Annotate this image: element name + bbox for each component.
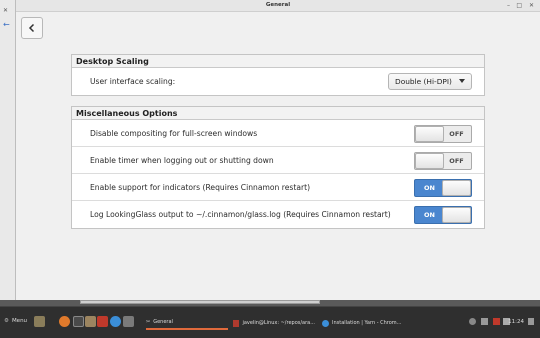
ui-scaling-row: User interface scaling: Double (Hi-DPI) bbox=[72, 68, 484, 95]
row-label: User interface scaling: bbox=[90, 77, 176, 86]
lookingglass-log-switch[interactable]: ON bbox=[414, 206, 472, 224]
indicators-switch[interactable]: ON bbox=[414, 179, 472, 197]
chevron-left-icon bbox=[28, 23, 35, 33]
disable-compositing-switch[interactable]: OFF bbox=[414, 125, 472, 143]
desktop-scaling-group: Desktop Scaling User interface scaling: … bbox=[71, 54, 485, 96]
minimize-icon[interactable]: – bbox=[507, 2, 510, 9]
chrome-icon bbox=[322, 319, 329, 327]
switch-knob bbox=[415, 153, 444, 169]
background-window-edge: ✕ ← bbox=[0, 0, 16, 300]
title-bar: General – □ ✕ bbox=[16, 0, 540, 12]
files-launcher-icon[interactable] bbox=[85, 316, 96, 327]
toolbar bbox=[16, 12, 540, 48]
terminal-icon bbox=[233, 319, 240, 327]
dropdown-value: Double (Hi-DPI) bbox=[395, 77, 452, 86]
misc-options-group: Miscellaneous Options Disable compositin… bbox=[71, 106, 485, 229]
indicators-row: Enable support for indicators (Requires … bbox=[72, 174, 484, 201]
switch-state: ON bbox=[424, 184, 435, 192]
disable-compositing-row: Disable compositing for full-screen wind… bbox=[72, 120, 484, 147]
chrome-launcher-icon[interactable] bbox=[110, 316, 121, 327]
firefox-launcher-icon[interactable] bbox=[59, 316, 70, 327]
section-header: Miscellaneous Options bbox=[72, 107, 484, 120]
task-chrome[interactable]: Installation | Yarn - Chrom... bbox=[322, 316, 404, 330]
switch-knob bbox=[442, 207, 471, 223]
row-label: Enable timer when logging out or shuttin… bbox=[90, 156, 274, 165]
row-label: Enable support for indicators (Requires … bbox=[90, 183, 311, 192]
terminal-launcher-icon[interactable] bbox=[73, 316, 84, 327]
switch-state: OFF bbox=[449, 130, 464, 138]
section-header: Desktop Scaling bbox=[72, 55, 484, 68]
power-icon[interactable] bbox=[528, 318, 534, 325]
settings-window: General – □ ✕ Desktop Scaling User inter… bbox=[16, 0, 540, 300]
keyboard-icon[interactable] bbox=[481, 318, 488, 325]
clock[interactable]: 11:24 bbox=[508, 319, 524, 325]
file-manager-launcher-icon[interactable] bbox=[34, 316, 45, 327]
close-icon[interactable]: ✕ bbox=[529, 2, 534, 9]
task-general[interactable]: ✂ General bbox=[146, 316, 228, 330]
network-icon[interactable] bbox=[469, 318, 476, 325]
task-label: javelin@Linux: ~/repos/ara... bbox=[242, 320, 315, 326]
menu-label: Menu bbox=[11, 318, 28, 324]
row-label: Disable compositing for full-screen wind… bbox=[90, 129, 258, 138]
switch-knob bbox=[415, 126, 444, 142]
menu-button[interactable]: ⚙ Menu bbox=[4, 318, 27, 324]
logout-timer-row: Enable timer when logging out or shuttin… bbox=[72, 147, 484, 174]
switch-state: ON bbox=[424, 211, 435, 219]
settings-launcher-icon[interactable] bbox=[123, 316, 134, 327]
maximize-icon[interactable]: □ bbox=[516, 2, 522, 9]
switch-knob bbox=[442, 180, 471, 196]
task-label: General bbox=[153, 319, 173, 325]
caret-down-icon bbox=[459, 79, 465, 83]
window-title: General bbox=[265, 2, 291, 8]
horizontal-scrollbar[interactable] bbox=[80, 300, 320, 304]
app-launcher-icon[interactable] bbox=[97, 316, 108, 327]
close-icon[interactable]: ✕ bbox=[3, 7, 8, 14]
tools-icon: ✂ bbox=[146, 319, 151, 325]
lookingglass-log-row: Log LookingGlass output to ~/.cinnamon/g… bbox=[72, 201, 484, 228]
switch-state: OFF bbox=[449, 157, 464, 165]
task-label: Installation | Yarn - Chrom... bbox=[332, 320, 402, 326]
taskbar-panel: ⚙ Menu ✂ General javelin@Linux: ~/repos/… bbox=[0, 306, 540, 338]
ui-scaling-dropdown[interactable]: Double (Hi-DPI) bbox=[388, 73, 472, 90]
row-label: Log LookingGlass output to ~/.cinnamon/g… bbox=[90, 210, 391, 219]
update-icon[interactable] bbox=[493, 318, 500, 325]
back-arrow-icon[interactable]: ← bbox=[3, 20, 10, 29]
menu-icon: ⚙ bbox=[4, 318, 9, 324]
task-terminal[interactable]: javelin@Linux: ~/repos/ara... bbox=[233, 316, 315, 330]
logout-timer-switch[interactable]: OFF bbox=[414, 152, 472, 170]
back-button[interactable] bbox=[21, 17, 43, 39]
